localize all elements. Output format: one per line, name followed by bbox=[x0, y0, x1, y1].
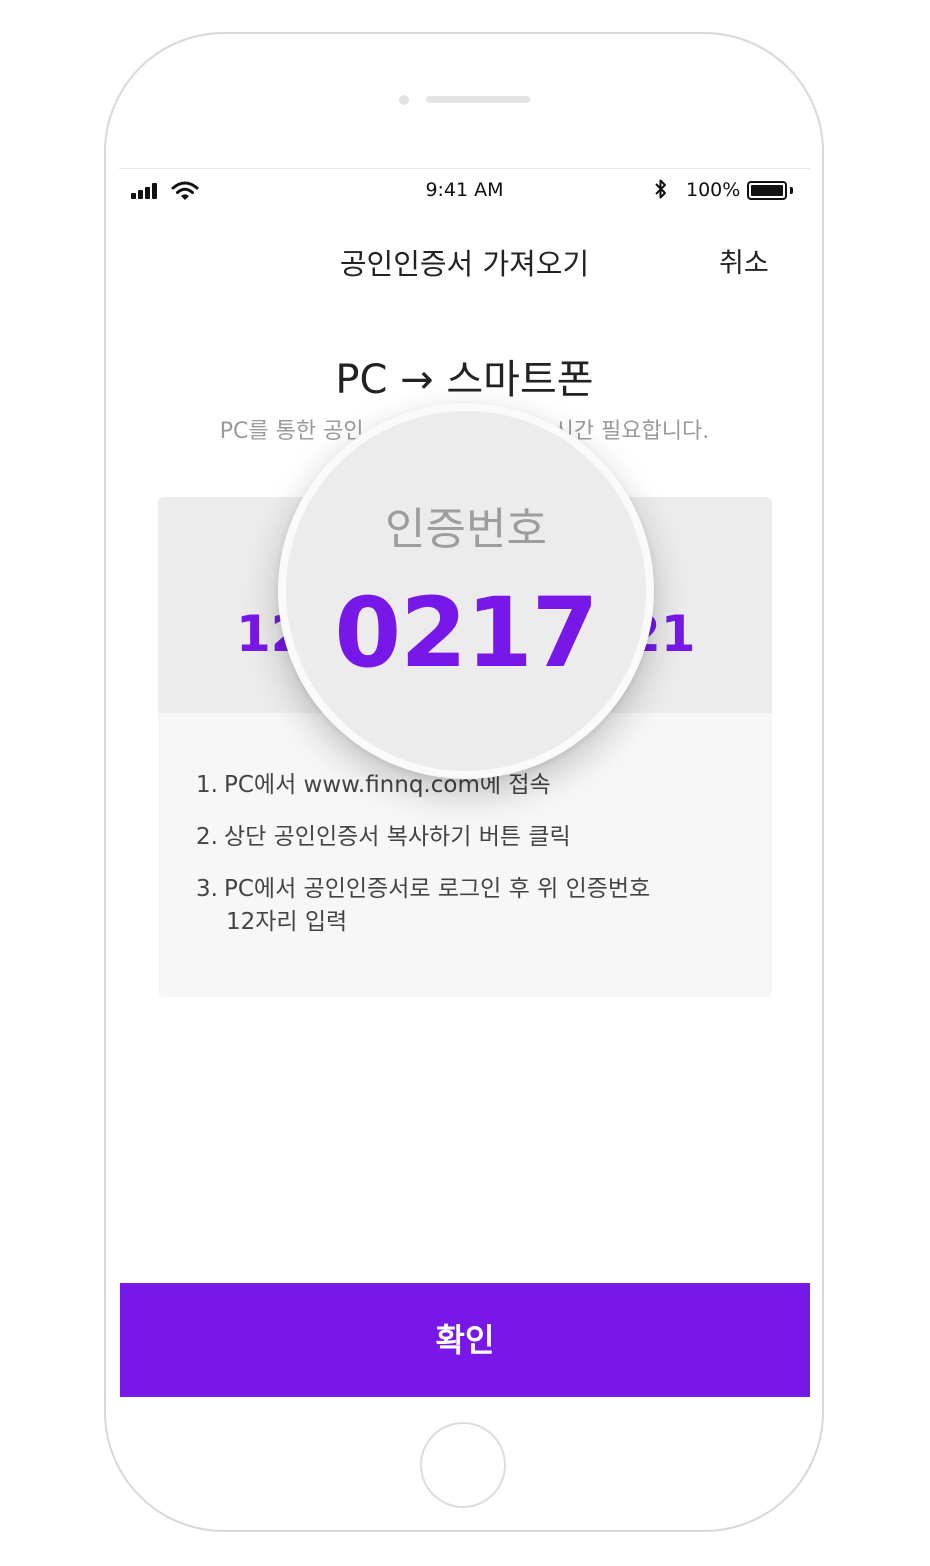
battery-icon bbox=[747, 181, 787, 200]
battery-percent: 100% bbox=[686, 179, 741, 201]
magnifier-label: 인증번호 bbox=[385, 504, 547, 555]
confirm-button[interactable]: 확인 bbox=[120, 1283, 810, 1397]
magnifier-lens: 인증번호 0217 bbox=[278, 403, 654, 779]
step-number: 3. bbox=[196, 876, 218, 902]
status-bar: 9:41 AM 100% bbox=[119, 169, 810, 213]
nav-title: 공인인증서 가져오기 bbox=[339, 247, 590, 281]
bluetooth-icon bbox=[654, 178, 668, 205]
step-number: 2. bbox=[196, 824, 218, 850]
home-button[interactable] bbox=[420, 1422, 506, 1508]
app-screen: 9:41 AM 100% 공인인증서 가져오기 취소 PC → 스마트폰 PC를… bbox=[119, 168, 810, 1399]
battery-tip bbox=[790, 187, 793, 194]
page-headline: PC → 스마트폰 bbox=[335, 357, 594, 403]
step-number: 1. bbox=[196, 772, 218, 798]
magnifier-code: 0217 bbox=[334, 577, 598, 689]
instruction-step: 2. 상단 공인인증서 복사하기 버튼 클릭 bbox=[196, 821, 736, 854]
step-text: PC에서 www.finnq.com에 접속 bbox=[224, 772, 551, 798]
subtitle-left: PC를 통한 공인 bbox=[219, 419, 364, 444]
front-camera-dot bbox=[399, 95, 409, 105]
step-text-continued: 12자리 입력 bbox=[226, 909, 348, 935]
instruction-step: 3. PC에서 공인인증서로 로그인 후 위 인증번호 12자리 입력 bbox=[196, 873, 736, 939]
cancel-button[interactable]: 취소 bbox=[719, 241, 769, 280]
earpiece-speaker bbox=[426, 96, 530, 103]
step-text: PC에서 공인인증서로 로그인 후 위 인증번호 bbox=[224, 876, 651, 902]
step-text: 상단 공인인증서 복사하기 버튼 클릭 bbox=[224, 824, 571, 850]
instruction-list: 1. PC에서 www.finnq.com에 접속 2. 상단 공인인증서 복사하기… bbox=[196, 769, 736, 958]
